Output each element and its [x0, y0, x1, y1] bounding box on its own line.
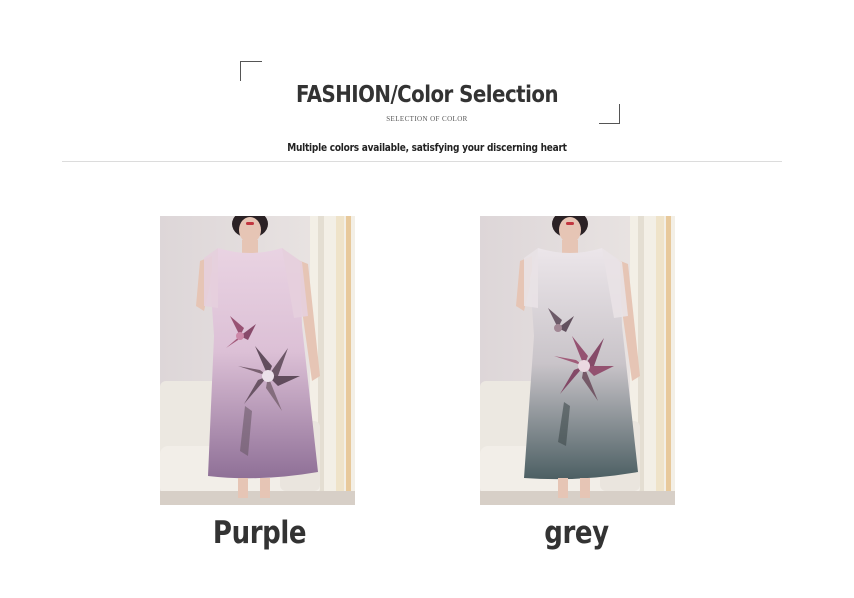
color-label-purple: Purple [212, 515, 307, 551]
color-label-grey: grey [544, 515, 609, 551]
section-title: FASHION/Color Selection [295, 82, 559, 108]
decorative-corner-top-left [240, 61, 262, 81]
dress-illustration-grey [480, 216, 675, 505]
dress-illustration-purple [160, 216, 355, 505]
section-tagline: Multiple colors available, satisfying yo… [287, 141, 567, 154]
header-divider [62, 161, 782, 162]
section-subtitle: SELECTION OF COLOR [386, 115, 468, 123]
product-photo-grey[interactable] [480, 216, 675, 505]
product-photo-purple[interactable] [160, 216, 355, 505]
